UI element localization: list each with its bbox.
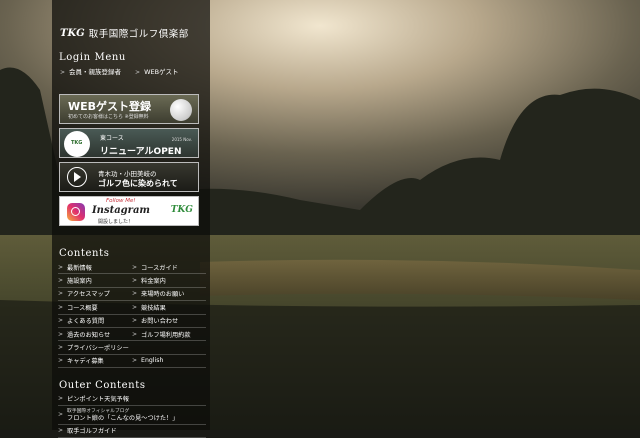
chevron-right-icon: > [58,277,63,284]
contents-menu: > 最新情報 > コースガイド > 施設案内 > 料金案内 > アクセスマップ > 来場時の… [58,261,206,368]
menu-row: > 施設案内 > 料金案内 [58,274,206,287]
chevron-right-icon: > [58,357,63,364]
chevron-right-icon: > [58,395,63,402]
menu-row: > キャディ募集 > English [58,355,206,368]
outer-contents-title: Outer Contents [59,380,146,391]
chevron-right-icon: > [132,357,137,364]
chevron-right-icon: > [58,427,63,434]
menu-item-course-overview[interactable]: > コース概要 [58,301,132,313]
club-name: 取手国際ゴルフ倶楽部 [89,26,189,40]
outer-item-golf-guide[interactable]: > 取手ゴルフガイド [58,425,206,438]
menu-item-label: 料金案内 [141,276,166,285]
menu-item-visitor-requests[interactable]: > 来場時のお願い [132,288,206,300]
follow-me-text: Follow Me! [106,198,136,204]
web-guest-banner-sub: 初めてのお客様はこちら ※登録無料 [68,113,149,120]
menu-item-caddie-recruitment[interactable]: > キャディ募集 [58,355,132,367]
member-login-label: 会員・親族登録者 [69,68,121,76]
menu-item-english[interactable]: > English [132,355,206,367]
chevron-right-icon: > [132,331,137,338]
web-guest-label: WEBゲスト [144,68,179,76]
chevron-right-icon: > [132,290,137,297]
chevron-right-icon: > [132,317,137,324]
menu-item-label: プライバシーポリシー [67,343,129,352]
chevron-right-icon: > [58,290,63,297]
menu-row: > コース概要 > 競技結果 [58,301,206,314]
video-banner-line2: ゴルフ色に染められて [98,178,178,189]
web-guest-login-link[interactable]: > WEBゲスト [135,66,179,76]
menu-item-privacy-policy[interactable]: > プライバシーポリシー [58,341,206,353]
menu-item-label: English [141,357,163,364]
golf-ball-icon [170,99,192,121]
chevron-right-icon: > [58,317,63,324]
renewal-open-label: リニューアルOPEN [100,144,181,157]
east-course-renewal-banner[interactable]: TKG 東コース 2015 Nov. リニューアルOPEN [59,128,199,158]
badge-text: TKG [71,140,82,146]
chevron-right-icon: > [58,411,63,418]
menu-item-faq[interactable]: > よくある質問 [58,315,132,327]
east-course-label: 東コース [100,133,124,142]
outer-item-blog[interactable]: > 取手国際オフィシャルブログフロント娘の「こんなの見〜つけた！」 [58,406,206,425]
member-login-link[interactable]: > 会員・親族登録者 [60,66,121,76]
menu-item-label: 最新情報 [67,263,92,272]
instagram-opened-note: 開設しました！ [98,218,133,225]
menu-item-course-guide[interactable]: > コースガイド [132,261,206,273]
outer-item-sublabel: 取手国際オフィシャルブログ [67,408,178,415]
menu-row: > プライバシーポリシー [58,341,206,354]
menu-item-label: 施設案内 [67,276,92,285]
outer-item-label: フロント娘の「こんなの見〜つけた！」 [67,415,178,422]
outer-item-label: 取手ゴルフガイド [67,426,117,435]
menu-item-label: よくある質問 [67,316,104,325]
video-banner-line1: 青木功・小田美岐の [98,168,157,178]
renewal-date: 2015 Nov. [172,137,192,142]
web-guest-banner-title: WEBゲスト登録 [68,98,151,114]
menu-item-access-map[interactable]: > アクセスマップ [58,288,132,300]
menu-item-terms[interactable]: > ゴルフ場利用約款 [132,328,206,340]
menu-row: > アクセスマップ > 来場時のお願い [58,288,206,301]
login-links: > 会員・親族登録者 > WEBゲスト [60,66,179,76]
video-banner[interactable]: 青木功・小田美岐の ゴルフ色に染められて [59,162,199,192]
menu-item-facilities[interactable]: > 施設案内 [58,274,132,286]
menu-item-competition-results[interactable]: > 競技結果 [132,301,206,313]
play-icon [67,167,87,187]
menu-row: > 最新情報 > コースガイド [58,261,206,274]
instagram-wordmark: Instagram [92,205,150,216]
contents-title: Contents [59,248,109,259]
menu-item-news[interactable]: > 最新情報 [58,261,132,273]
menu-item-past-notices[interactable]: > 過去のお知らせ [58,328,132,340]
menu-item-contact[interactable]: > お問い合わせ [132,315,206,327]
chevron-right-icon: > [58,331,63,338]
chevron-right-icon: > [132,277,137,284]
menu-item-label: 来場時のお願い [141,289,184,298]
menu-item-label: 過去のお知らせ [67,330,110,339]
sidebar: TKG 取手国際ゴルフ倶楽部 Login Menu > 会員・親族登録者 > WEB… [52,0,210,430]
menu-item-label: コースガイド [141,263,178,272]
menu-item-label: キャディ募集 [67,356,104,365]
chevron-right-icon: > [135,69,140,76]
chevron-right-icon: > [60,69,65,76]
outer-item-weather[interactable]: > ピンポイント天気予報 [58,392,206,406]
outer-item-label: ピンポイント天気予報 [67,394,129,403]
tkg-brand-mark: TKG [171,205,193,215]
chevron-right-icon: > [58,344,63,351]
menu-item-fees[interactable]: > 料金案内 [132,274,206,286]
chevron-right-icon: > [58,304,63,311]
menu-item-label: ゴルフ場利用約款 [141,330,191,339]
menu-item-label: お問い合わせ [141,316,178,325]
menu-item-label: 競技結果 [141,303,166,312]
club-logo[interactable]: TKG 取手国際ゴルフ倶楽部 [60,24,205,42]
tkg-logo-mark: TKG [60,28,85,39]
instagram-icon [67,203,85,221]
menu-row: > よくある質問 > お問い合わせ [58,315,206,328]
menu-item-label: アクセスマップ [67,289,110,298]
outer-contents-menu: > ピンポイント天気予報 > 取手国際オフィシャルブログフロント娘の「こんなの見〜つ… [58,392,206,438]
menu-item-label: コース概要 [67,303,98,312]
menu-row: > 過去のお知らせ > ゴルフ場利用約款 [58,328,206,341]
login-menu-title: Login Menu [59,52,126,63]
chevron-right-icon: > [58,264,63,271]
instagram-banner[interactable]: Follow Me! Instagram 開設しました！ TKG [59,196,199,226]
chevron-right-icon: > [132,264,137,271]
web-guest-register-banner[interactable]: WEBゲスト登録 初めてのお客様はこちら ※登録無料 [59,94,199,124]
chevron-right-icon: > [132,304,137,311]
renewal-badge-icon: TKG [64,131,90,157]
